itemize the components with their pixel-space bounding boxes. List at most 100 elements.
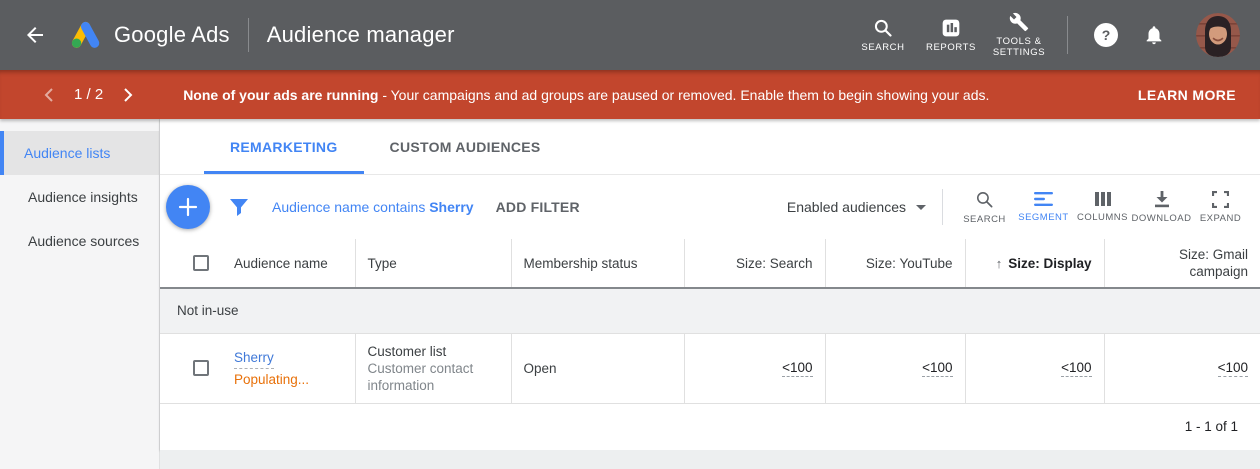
topbar: Google Ads Audience manager SEARCH REPOR…	[0, 0, 1260, 70]
active-filter-chip[interactable]: Audience name contains Sherry	[272, 199, 474, 215]
size-gmail-value: <100	[1218, 360, 1248, 377]
tab-label: CUSTOM AUDIENCES	[390, 139, 541, 155]
header-checkbox-cell	[160, 239, 222, 288]
table-row: Sherry Populating... Customer list Custo…	[160, 333, 1260, 403]
column-header-size-display[interactable]: ↑ Size: Display	[965, 239, 1104, 288]
sidebar-item-audience-sources[interactable]: Audience sources	[0, 219, 159, 263]
sort-ascending-icon: ↑	[996, 256, 1003, 271]
sidebar-item-label: Audience insights	[28, 189, 138, 205]
column-header-size-search[interactable]: Size: Search	[684, 239, 825, 288]
page-background	[160, 450, 1260, 469]
column-header-size-gmail[interactable]: Size: Gmail campaign	[1104, 239, 1260, 288]
filter-button[interactable]	[230, 199, 248, 216]
size-youtube-value: <100	[922, 360, 952, 377]
pagination-label: 1 - 1 of 1	[1185, 419, 1238, 434]
tab-bar: REMARKETING CUSTOM AUDIENCES	[160, 119, 1260, 175]
svg-text:?: ?	[1102, 27, 1111, 43]
help-icon: ?	[1093, 22, 1119, 48]
expand-icon	[1212, 191, 1229, 208]
banner-message: None of your ads are running - Your camp…	[183, 87, 989, 103]
wrench-icon	[1009, 12, 1029, 32]
size-search-cell: <100	[684, 333, 825, 403]
banner-pager: 1 / 2	[74, 86, 103, 103]
table-header-row: Audience name Type Membership status Siz…	[160, 239, 1260, 288]
topbar-reports-label: REPORTS	[926, 42, 976, 53]
google-ads-logo[interactable]: Google Ads	[66, 19, 230, 51]
size-search-value: <100	[782, 360, 812, 377]
bar-chart-icon	[941, 18, 961, 38]
banner-prev-button[interactable]	[40, 86, 58, 104]
tab-remarketing[interactable]: REMARKETING	[204, 119, 364, 174]
row-checkbox[interactable]	[193, 360, 209, 376]
tab-label: REMARKETING	[230, 139, 338, 155]
size-gmail-cell: <100	[1104, 333, 1260, 403]
main-panel: REMARKETING CUSTOM AUDIENCES	[160, 119, 1260, 469]
back-button[interactable]	[20, 20, 50, 50]
audience-table: Audience name Type Membership status Siz…	[160, 239, 1260, 404]
type-value: Customer list	[368, 343, 499, 360]
filter-chip-value: Sherry	[429, 199, 473, 215]
type-cell: Customer list Customer contact informati…	[355, 333, 511, 403]
tab-custom-audiences[interactable]: CUSTOM AUDIENCES	[364, 119, 567, 174]
product-name: Google Ads	[114, 22, 230, 48]
bell-icon	[1143, 24, 1165, 46]
topbar-reports-button[interactable]: REPORTS	[920, 18, 982, 53]
audience-table-card: REMARKETING CUSTOM AUDIENCES	[160, 119, 1260, 450]
table-search-button[interactable]: SEARCH	[955, 190, 1014, 225]
select-all-checkbox[interactable]	[193, 255, 209, 271]
audience-status-dropdown[interactable]: Enabled audiences	[787, 199, 926, 215]
topbar-divider	[1067, 16, 1068, 54]
help-button[interactable]: ?	[1091, 20, 1121, 50]
column-header-size-youtube[interactable]: Size: YouTube	[825, 239, 965, 288]
toolbar-divider	[942, 189, 943, 225]
column-header-audience-name[interactable]: Audience name	[222, 239, 355, 288]
banner-next-button[interactable]	[119, 86, 137, 104]
column-header-membership-status[interactable]: Membership status	[511, 239, 684, 288]
topbar-search-button[interactable]: SEARCH	[852, 18, 914, 53]
sidebar-item-audience-insights[interactable]: Audience insights	[0, 175, 159, 219]
table-segment-button[interactable]: SEGMENT	[1014, 191, 1073, 223]
topbar-search-label: SEARCH	[861, 42, 904, 53]
search-icon	[975, 190, 994, 209]
sidebar: Audience lists Audience insights Audienc…	[0, 119, 160, 469]
google-ads-app: Google Ads Audience manager SEARCH REPOR…	[0, 0, 1260, 469]
row-checkbox-cell	[160, 333, 222, 403]
membership-status-cell: Open	[511, 333, 684, 403]
sidebar-item-audience-lists[interactable]: Audience lists	[0, 131, 159, 175]
account-avatar[interactable]	[1196, 13, 1240, 57]
plus-icon	[178, 197, 198, 217]
table-download-label: DOWNLOAD	[1132, 213, 1192, 224]
add-filter-button[interactable]: ADD FILTER	[496, 199, 580, 215]
add-audience-button[interactable]	[166, 185, 210, 229]
segment-icon	[1034, 191, 1053, 207]
banner-message-rest: - Your campaigns and ad groups are pause…	[378, 87, 989, 103]
learn-more-link[interactable]: LEARN MORE	[1138, 87, 1236, 103]
banner-message-bold: None of your ads are running	[183, 87, 378, 103]
topbar-divider	[248, 18, 249, 52]
column-header-size-gmail-label: Size: Gmail campaign	[1148, 246, 1248, 280]
alert-banner: 1 / 2 None of your ads are running - You…	[0, 70, 1260, 119]
column-header-size-display-label: Size: Display	[1008, 256, 1091, 271]
sidebar-item-label: Audience sources	[28, 233, 139, 249]
topbar-right: SEARCH REPORTS TOOLS & SETTINGS ?	[849, 12, 1240, 58]
notifications-button[interactable]	[1139, 20, 1169, 50]
topbar-tools-settings-button[interactable]: TOOLS & SETTINGS	[988, 12, 1050, 58]
table-download-button[interactable]: DOWNLOAD	[1132, 191, 1191, 224]
column-header-type[interactable]: Type	[355, 239, 511, 288]
chevron-down-icon	[916, 205, 926, 210]
table-expand-button[interactable]: EXPAND	[1191, 191, 1250, 224]
chevron-right-icon	[122, 87, 134, 103]
filter-funnel-icon	[230, 199, 248, 216]
toolbar-right: Enabled audiences SEARCH	[787, 189, 1250, 225]
table-segment-label: SEGMENT	[1018, 212, 1068, 223]
audience-name-link[interactable]: Sherry	[234, 347, 274, 369]
download-icon	[1153, 191, 1171, 208]
filter-chip-text: Audience name contains	[272, 199, 429, 215]
audience-name-cell: Sherry Populating...	[222, 333, 355, 403]
content-area: Audience lists Audience insights Audienc…	[0, 119, 1260, 469]
size-display-value: <100	[1061, 360, 1091, 377]
group-label: Not in-use	[160, 288, 1260, 333]
table-columns-button[interactable]: COLUMNS	[1073, 191, 1132, 223]
size-display-cell: <100	[965, 333, 1104, 403]
populating-status: Populating...	[234, 369, 343, 390]
